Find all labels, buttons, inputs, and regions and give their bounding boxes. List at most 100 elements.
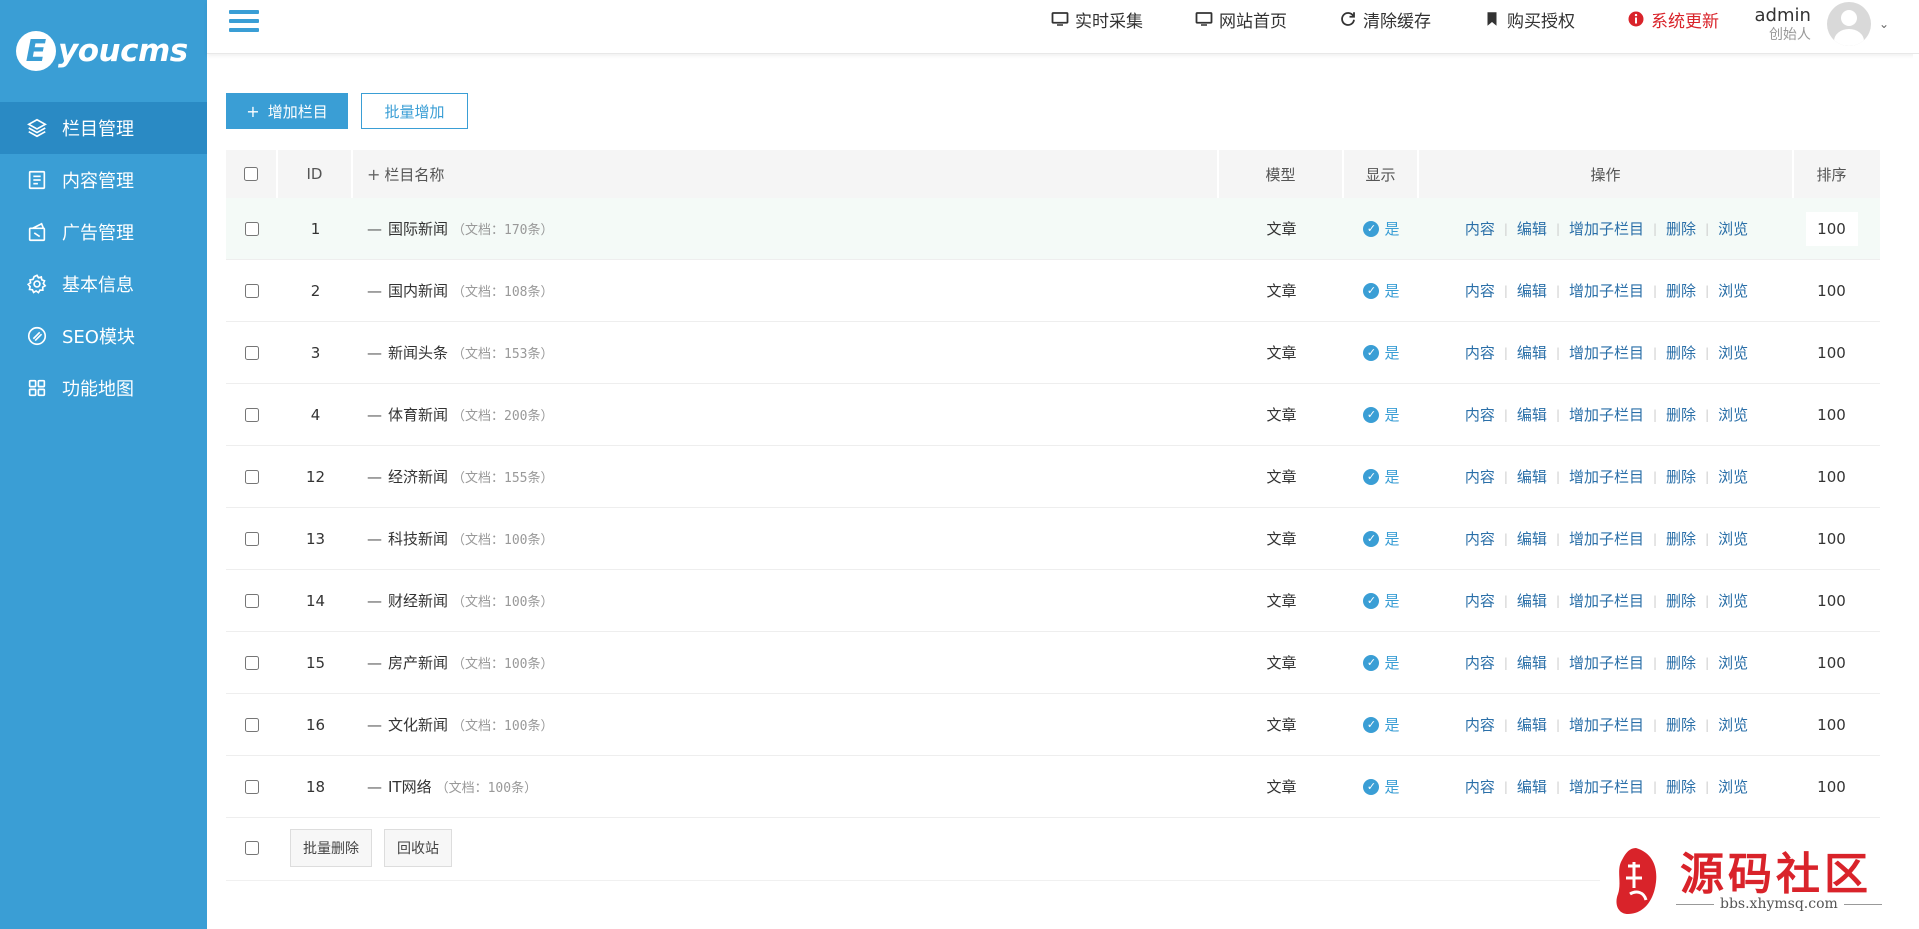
op-link[interactable]: 删除 [1666, 652, 1696, 673]
op-link[interactable]: 内容 [1465, 218, 1495, 239]
op-link[interactable]: 内容 [1465, 280, 1495, 301]
link-system-update[interactable]: 系统更新 [1627, 7, 1719, 32]
op-link[interactable]: 内容 [1465, 652, 1495, 673]
show-toggle[interactable]: ✓ 是 [1363, 776, 1400, 797]
logo[interactable]: E youcms [0, 0, 207, 102]
op-link[interactable]: 删除 [1666, 776, 1696, 797]
op-link[interactable]: 编辑 [1517, 528, 1547, 549]
op-link[interactable]: 增加子栏目 [1569, 466, 1644, 487]
show-toggle[interactable]: ✓ 是 [1363, 590, 1400, 611]
op-link[interactable]: 内容 [1465, 466, 1495, 487]
footer-select-all-checkbox[interactable] [245, 840, 259, 855]
op-link[interactable]: 编辑 [1517, 466, 1547, 487]
row-checkbox[interactable] [245, 655, 259, 670]
sidebar-item-seo[interactable]: SEO模块 [0, 310, 207, 362]
op-link[interactable]: 删除 [1666, 590, 1696, 611]
menu-toggle-icon[interactable] [229, 10, 259, 34]
sort-input[interactable]: 100 [1805, 459, 1858, 494]
op-link[interactable]: 编辑 [1517, 590, 1547, 611]
op-link[interactable]: 内容 [1465, 528, 1495, 549]
op-link[interactable]: 编辑 [1517, 714, 1547, 735]
op-link[interactable]: 浏览 [1718, 776, 1748, 797]
op-link[interactable]: 内容 [1465, 342, 1495, 363]
link-buy-license[interactable]: 购买授权 [1483, 7, 1575, 32]
op-link[interactable]: 浏览 [1718, 218, 1748, 239]
sidebar-item-basic-info[interactable]: 基本信息 [0, 258, 207, 310]
row-checkbox[interactable] [245, 593, 259, 608]
sort-input[interactable]: 100 [1805, 645, 1858, 680]
show-toggle[interactable]: ✓ 是 [1363, 218, 1400, 239]
link-site-home[interactable]: 网站首页 [1195, 7, 1287, 32]
op-link[interactable]: 删除 [1666, 404, 1696, 425]
op-link[interactable]: 编辑 [1517, 342, 1547, 363]
op-link[interactable]: 删除 [1666, 218, 1696, 239]
op-link[interactable]: 增加子栏目 [1569, 218, 1644, 239]
op-link[interactable]: 编辑 [1517, 652, 1547, 673]
sort-input[interactable]: 100 [1805, 273, 1858, 308]
op-link[interactable]: 删除 [1666, 280, 1696, 301]
op-link[interactable]: 删除 [1666, 466, 1696, 487]
sort-input[interactable]: 100 [1805, 397, 1858, 432]
avatar[interactable] [1826, 2, 1871, 46]
op-link[interactable]: 浏览 [1718, 404, 1748, 425]
link-clear-cache[interactable]: 清除缓存 [1339, 7, 1431, 32]
show-toggle[interactable]: ✓ 是 [1363, 528, 1400, 549]
op-link[interactable]: 浏览 [1718, 714, 1748, 735]
user-menu[interactable]: admin 创始人 ⌄ [1755, 2, 1889, 46]
row-checkbox[interactable] [245, 469, 259, 484]
op-link[interactable]: 浏览 [1718, 528, 1748, 549]
recycle-bin-button[interactable]: 回收站 [384, 828, 452, 867]
chevron-down-icon[interactable]: ⌄ [1879, 17, 1889, 31]
op-link[interactable]: 浏览 [1718, 590, 1748, 611]
op-link[interactable]: 编辑 [1517, 280, 1547, 301]
show-toggle[interactable]: ✓ 是 [1363, 466, 1400, 487]
op-link[interactable]: 删除 [1666, 342, 1696, 363]
header-name[interactable]: + 栏目名称 [353, 150, 1219, 198]
row-checkbox[interactable] [245, 283, 259, 298]
op-link[interactable]: 浏览 [1718, 652, 1748, 673]
op-link[interactable]: 删除 [1666, 714, 1696, 735]
op-link[interactable]: 增加子栏目 [1569, 404, 1644, 425]
op-link[interactable]: 增加子栏目 [1569, 528, 1644, 549]
op-link[interactable]: 浏览 [1718, 280, 1748, 301]
op-link[interactable]: 增加子栏目 [1569, 590, 1644, 611]
sort-input[interactable]: 100 [1805, 769, 1858, 804]
row-checkbox[interactable] [245, 779, 259, 794]
op-link[interactable]: 增加子栏目 [1569, 280, 1644, 301]
op-link[interactable]: 浏览 [1718, 342, 1748, 363]
sidebar-item-ad-management[interactable]: 广告管理 [0, 206, 207, 258]
link-realtime-collect[interactable]: 实时采集 [1051, 7, 1143, 32]
row-checkbox[interactable] [245, 407, 259, 422]
show-toggle[interactable]: ✓ 是 [1363, 652, 1400, 673]
op-link[interactable]: 浏览 [1718, 466, 1748, 487]
batch-add-button[interactable]: 批量增加 [361, 93, 468, 129]
expand-all-icon[interactable]: + [367, 165, 380, 184]
row-checkbox[interactable] [245, 531, 259, 546]
op-link[interactable]: 内容 [1465, 776, 1495, 797]
sidebar-item-content-management[interactable]: 内容管理 [0, 154, 207, 206]
op-link[interactable]: 内容 [1465, 590, 1495, 611]
sidebar-item-column-management[interactable]: 栏目管理 [0, 102, 207, 154]
show-toggle[interactable]: ✓ 是 [1363, 280, 1400, 301]
op-link[interactable]: 删除 [1666, 528, 1696, 549]
op-link[interactable]: 增加子栏目 [1569, 776, 1644, 797]
add-column-button[interactable]: + 增加栏目 [226, 93, 348, 129]
batch-delete-button[interactable]: 批量删除 [290, 828, 372, 867]
row-checkbox[interactable] [245, 717, 259, 732]
sort-input[interactable]: 100 [1805, 335, 1858, 370]
show-toggle[interactable]: ✓ 是 [1363, 342, 1400, 363]
scrollbar[interactable] [1913, 54, 1919, 929]
op-link[interactable]: 编辑 [1517, 776, 1547, 797]
sort-input[interactable]: 100 [1805, 211, 1858, 246]
sort-input[interactable]: 100 [1805, 521, 1858, 556]
op-link[interactable]: 内容 [1465, 404, 1495, 425]
select-all-checkbox[interactable] [244, 167, 258, 181]
show-toggle[interactable]: ✓ 是 [1363, 404, 1400, 425]
show-toggle[interactable]: ✓ 是 [1363, 714, 1400, 735]
sort-input[interactable]: 100 [1805, 707, 1858, 742]
op-link[interactable]: 增加子栏目 [1569, 714, 1644, 735]
op-link[interactable]: 编辑 [1517, 404, 1547, 425]
sidebar-item-feature-map[interactable]: 功能地图 [0, 362, 207, 414]
op-link[interactable]: 编辑 [1517, 218, 1547, 239]
row-checkbox[interactable] [245, 345, 259, 360]
